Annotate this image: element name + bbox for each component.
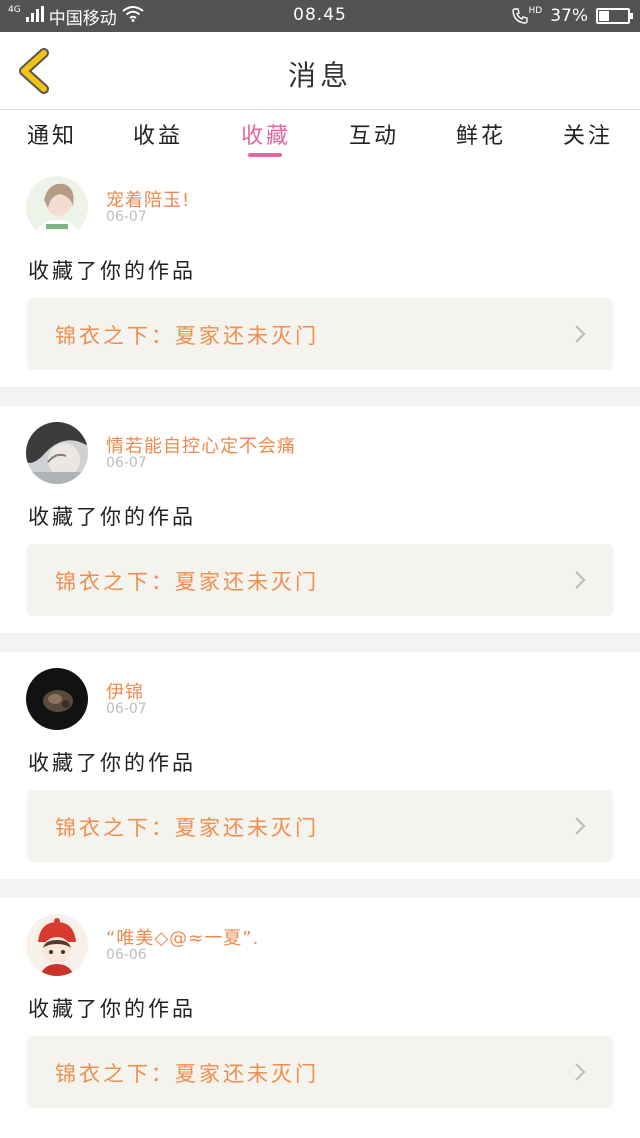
tab-interactions[interactable]: 互动 bbox=[334, 118, 414, 150]
avatar[interactable] bbox=[26, 914, 88, 976]
chevron-right-icon bbox=[575, 1063, 586, 1081]
tab-favorites[interactable]: 收藏 bbox=[226, 118, 306, 150]
message-card: “唯美◇@≈一夏”. 06-06 收藏了你的作品 锦衣之下：夏家还未灭门 bbox=[0, 898, 640, 1125]
card-divider bbox=[0, 879, 640, 898]
work-link[interactable]: 锦衣之下：夏家还未灭门 bbox=[27, 544, 613, 616]
tab-follow[interactable]: 关注 bbox=[548, 118, 628, 150]
call-hd-icon: HD bbox=[511, 6, 543, 24]
avatar[interactable] bbox=[26, 176, 88, 238]
message-list: 宠着陪玉! 06-07 收藏了你的作品 锦衣之下：夏家还未灭门 情若能自控心定不… bbox=[0, 160, 640, 1125]
battery-icon bbox=[596, 8, 633, 24]
avatar[interactable] bbox=[26, 422, 88, 484]
message-date: 06-07 bbox=[106, 701, 147, 717]
battery-percent: 37% bbox=[550, 6, 588, 26]
action-text: 收藏了你的作品 bbox=[28, 259, 196, 283]
header: 消息 bbox=[0, 32, 640, 110]
action-text: 收藏了你的作品 bbox=[28, 505, 196, 529]
tab-flowers[interactable]: 鲜花 bbox=[441, 118, 521, 150]
hd-label: HD bbox=[528, 6, 543, 16]
message-card: 情若能自控心定不会痛 06-07 收藏了你的作品 锦衣之下：夏家还未灭门 bbox=[0, 406, 640, 633]
status-bar: 4G 中国移动 08.45 HD 37% bbox=[0, 0, 640, 32]
message-date: 06-07 bbox=[106, 209, 147, 225]
tab-bar: 通知 收益 收藏 互动 鲜花 关注 bbox=[0, 110, 640, 160]
work-title: 锦衣之下：夏家还未灭门 bbox=[55, 570, 319, 594]
avatar[interactable] bbox=[26, 668, 88, 730]
status-right: HD 37% bbox=[511, 5, 633, 27]
work-title: 锦衣之下：夏家还未灭门 bbox=[55, 324, 319, 348]
work-title: 锦衣之下：夏家还未灭门 bbox=[55, 816, 319, 840]
message-card: 伊锦 06-07 收藏了你的作品 锦衣之下：夏家还未灭门 bbox=[0, 652, 640, 879]
chevron-right-icon bbox=[575, 325, 586, 343]
tab-notifications[interactable]: 通知 bbox=[12, 118, 92, 150]
tab-earnings[interactable]: 收益 bbox=[118, 118, 198, 150]
work-title: 锦衣之下：夏家还未灭门 bbox=[55, 1062, 319, 1086]
work-link[interactable]: 锦衣之下：夏家还未灭门 bbox=[27, 298, 613, 370]
message-card: 宠着陪玉! 06-07 收藏了你的作品 锦衣之下：夏家还未灭门 bbox=[0, 160, 640, 387]
chevron-right-icon bbox=[575, 817, 586, 835]
chevron-right-icon bbox=[575, 571, 586, 589]
action-text: 收藏了你的作品 bbox=[28, 751, 196, 775]
battery-fill bbox=[599, 11, 609, 21]
card-divider bbox=[0, 633, 640, 652]
work-link[interactable]: 锦衣之下：夏家还未灭门 bbox=[27, 790, 613, 862]
card-divider bbox=[0, 387, 640, 406]
work-link[interactable]: 锦衣之下：夏家还未灭门 bbox=[27, 1036, 613, 1108]
message-date: 06-06 bbox=[106, 947, 147, 963]
active-tab-indicator bbox=[248, 153, 282, 157]
message-date: 06-07 bbox=[106, 455, 147, 471]
action-text: 收藏了你的作品 bbox=[28, 997, 196, 1021]
page-title: 消息 bbox=[287, 59, 352, 92]
